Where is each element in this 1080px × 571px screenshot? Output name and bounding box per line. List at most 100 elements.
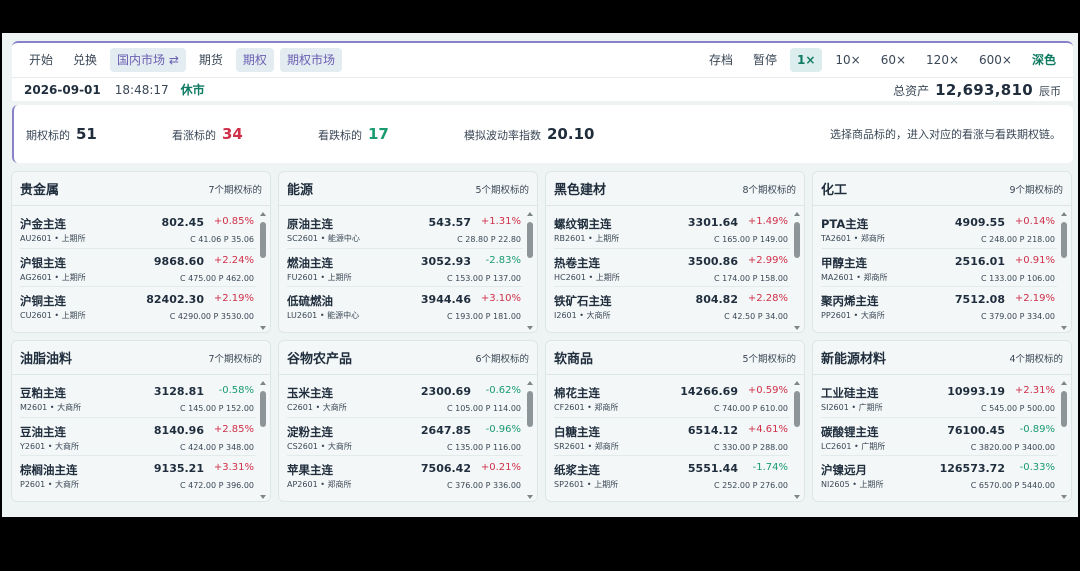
scroll-down-arrow-icon[interactable] — [260, 495, 266, 499]
scroll-up-arrow-icon[interactable] — [794, 212, 800, 216]
summary-bullish-value: 34 — [222, 125, 243, 143]
underlying-row[interactable]: 原油主连 SC2601 • 能源中心 543.57 +1.31% C 28.80 P 2… — [287, 210, 523, 249]
scroll-up-arrow-icon[interactable] — [527, 212, 533, 216]
summary-hint: 选择商品标的，进入对应的看涨与看跌期权链。 — [830, 128, 1061, 141]
summary-volatility-label: 模拟波动率指数 — [464, 129, 541, 142]
underlying-price: 3500.86 — [687, 254, 738, 268]
underlying-change: +0.91% — [1014, 254, 1055, 266]
market-state-badge: 休市 — [180, 83, 205, 97]
call-put-quote: C 4290.00 P 3530.00 — [169, 312, 254, 321]
underlying-row[interactable]: 甲醇主连 MA2601 • 郑商所 2516.01 +0.91% C 133.00 P … — [821, 249, 1057, 287]
left-button-3[interactable]: 期货 — [192, 48, 230, 72]
scroll-up-arrow-icon[interactable] — [1061, 212, 1067, 216]
scroll-up-arrow-icon[interactable] — [260, 381, 266, 385]
right-button-1[interactable]: 暂停 — [746, 48, 784, 72]
underlying-code: MA2601 • 郑商所 — [821, 272, 888, 282]
underlying-row[interactable]: 工业硅主连 SI2601 • 广期所 10993.19 +2.31% C 545.00 … — [821, 379, 1057, 418]
scroll-thumb[interactable] — [527, 222, 533, 258]
scroll-thumb[interactable] — [1061, 222, 1067, 258]
underlying-row[interactable]: 沪金主连 AU2601 • 上期所 802.45 +0.85% C 41.06 P 35… — [20, 210, 256, 249]
left-button-1[interactable]: 兑换 — [66, 48, 104, 72]
right-button-7[interactable]: 深色 — [1025, 48, 1063, 72]
underlying-row[interactable]: 热卷主连 HC2601 • 上期所 3500.86 +2.99% C 174.00 P … — [554, 249, 790, 287]
left-button-2[interactable]: 国内市场 ⇄ — [110, 48, 186, 72]
right-button-2[interactable]: 1× — [789, 48, 823, 72]
summary-bearish-value: 17 — [368, 125, 389, 143]
scroll-thumb[interactable] — [260, 222, 266, 258]
scroll-down-arrow-icon[interactable] — [794, 495, 800, 499]
scroll-up-arrow-icon[interactable] — [527, 381, 533, 385]
underlying-name: 铁矿石主连 — [554, 294, 612, 308]
sector-title: 化工 — [821, 183, 848, 198]
underlying-change: +2.28% — [747, 293, 788, 304]
underlying-price: 7506.42 — [420, 462, 471, 475]
underlying-name: 苹果主连 — [287, 463, 333, 477]
scroll-thumb[interactable] — [260, 391, 266, 427]
underlying-row[interactable]: 低硫燃油 LU2601 • 能源中心 3944.46 +3.10% C 193.00 P… — [287, 287, 523, 326]
underlying-row[interactable]: 玉米主连 C2601 • 大商所 2300.69 -0.62% C 105.00 P 1… — [287, 379, 523, 418]
underlying-code: M2601 • 大商所 — [20, 403, 82, 412]
scroll-down-arrow-icon[interactable] — [260, 326, 266, 330]
underlying-row[interactable]: 燃油主连 FU2601 • 上期所 3052.93 -2.83% C 153.00 P … — [287, 249, 523, 287]
underlying-price: 14266.69 — [680, 385, 738, 398]
underlying-row[interactable]: PTA主连 TA2601 • 郑商所 4909.55 +0.14% C 248.00 P… — [821, 210, 1057, 249]
sector-card-header: 油脂油料 7个期权标的 — [12, 341, 270, 375]
right-button-3[interactable]: 10× — [828, 48, 867, 72]
underlying-row[interactable]: 豆粕主连 M2601 • 大商所 3128.81 -0.58% C 145.00 P 1… — [20, 379, 256, 418]
underlying-row[interactable]: 淀粉主连 CS2601 • 大商所 2647.85 -0.96% C 135.00 P … — [287, 418, 523, 456]
underlying-row[interactable]: 白糖主连 SR2601 • 郑商所 6514.12 +4.61% C 330.00 P … — [554, 418, 790, 456]
scroll-down-arrow-icon[interactable] — [527, 326, 533, 330]
scroll-down-arrow-icon[interactable] — [527, 495, 533, 499]
underlying-price: 4909.55 — [954, 216, 1005, 229]
underlying-row[interactable]: 聚丙烯主连 PP2601 • 大商所 7512.08 +2.19% C 379.00 P… — [821, 287, 1057, 326]
underlying-row[interactable]: 豆油主连 Y2601 • 大商所 8140.96 +2.85% C 424.00 P 3… — [20, 418, 256, 456]
left-button-5[interactable]: 期权市场 — [279, 48, 342, 72]
underlying-row[interactable]: 纸浆主连 SP2601 • 上期所 5551.44 -1.74% C 252.00 P … — [554, 456, 790, 495]
sector-title: 谷物农产品 — [287, 352, 353, 367]
sector-scrollbar[interactable] — [527, 381, 533, 499]
scroll-thumb[interactable] — [794, 222, 800, 258]
sector-scrollbar[interactable] — [1061, 212, 1067, 330]
scroll-thumb[interactable] — [1061, 391, 1067, 427]
scroll-down-arrow-icon[interactable] — [1061, 326, 1067, 330]
scroll-thumb[interactable] — [794, 391, 800, 427]
sector-item-list: 豆粕主连 M2601 • 大商所 3128.81 -0.58% C 145.00 P 1… — [12, 375, 270, 495]
total-assets-value: 12,693,810 — [935, 80, 1033, 99]
sector-count: 8个期权标的 — [742, 184, 796, 196]
underlying-row[interactable]: 沪铜主连 CU2601 • 上期所 82402.30 +2.19% C 4290.00 … — [20, 287, 256, 326]
scroll-down-arrow-icon[interactable] — [794, 326, 800, 330]
sector-scrollbar[interactable] — [260, 212, 266, 330]
underlying-row[interactable]: 沪银主连 AG2601 • 上期所 9868.60 +2.24% C 475.00 P … — [20, 249, 256, 287]
right-button-6[interactable]: 600× — [972, 48, 1019, 72]
scroll-down-arrow-icon[interactable] — [1061, 495, 1067, 499]
scroll-thumb[interactable] — [527, 391, 533, 427]
underlying-name: 碳酸锂主连 — [821, 424, 879, 439]
underlying-row[interactable]: 铁矿石主连 I2601 • 大商所 804.82 +2.28% C 42.50 P 34… — [554, 287, 790, 326]
sector-scrollbar[interactable] — [794, 381, 800, 499]
underlying-row[interactable]: 沪镍远月 NI2605 • 上期所 126573.72 -0.33% C 6570.00… — [821, 456, 1057, 495]
call-put-quote: C 379.00 P 334.00 — [980, 312, 1055, 321]
call-put-quote: C 42.50 P 34.00 — [724, 312, 788, 321]
underlying-change: +2.19% — [213, 293, 254, 304]
right-button-0[interactable]: 存档 — [702, 48, 740, 72]
underlying-price: 8140.96 — [153, 423, 204, 437]
sector-scrollbar[interactable] — [527, 212, 533, 330]
underlying-row[interactable]: 螺纹钢主连 RB2601 • 上期所 3301.64 +1.49% C 165.00 P… — [554, 210, 790, 249]
total-assets-label: 总资产 — [893, 83, 930, 98]
sector-scrollbar[interactable] — [1061, 381, 1067, 499]
underlying-row[interactable]: 碳酸锂主连 LC2601 • 广期所 76100.45 -0.89% C 3820.00… — [821, 418, 1057, 456]
sector-item-list: 工业硅主连 SI2601 • 广期所 10993.19 +2.31% C 545.00 … — [813, 375, 1071, 495]
scroll-up-arrow-icon[interactable] — [1061, 381, 1067, 385]
underlying-row[interactable]: 棕榈油主连 P2601 • 大商所 9135.21 +3.31% C 472.00 P … — [20, 456, 256, 495]
scroll-up-arrow-icon[interactable] — [260, 212, 266, 216]
right-button-5[interactable]: 120× — [919, 48, 966, 72]
sector-scrollbar[interactable] — [794, 212, 800, 330]
left-button-0[interactable]: 开始 — [22, 48, 60, 72]
underlying-row[interactable]: 棉花主连 CF2601 • 郑商所 14266.69 +0.59% C 740.00 P… — [554, 379, 790, 418]
underlying-row[interactable]: 苹果主连 AP2601 • 郑商所 7506.42 +0.21% C 376.00 P … — [287, 456, 523, 495]
underlying-name: 玉米主连 — [287, 386, 333, 400]
sector-scrollbar[interactable] — [260, 381, 266, 499]
scroll-up-arrow-icon[interactable] — [794, 381, 800, 385]
left-button-4[interactable]: 期权 — [235, 48, 274, 72]
right-button-4[interactable]: 60× — [874, 48, 913, 72]
